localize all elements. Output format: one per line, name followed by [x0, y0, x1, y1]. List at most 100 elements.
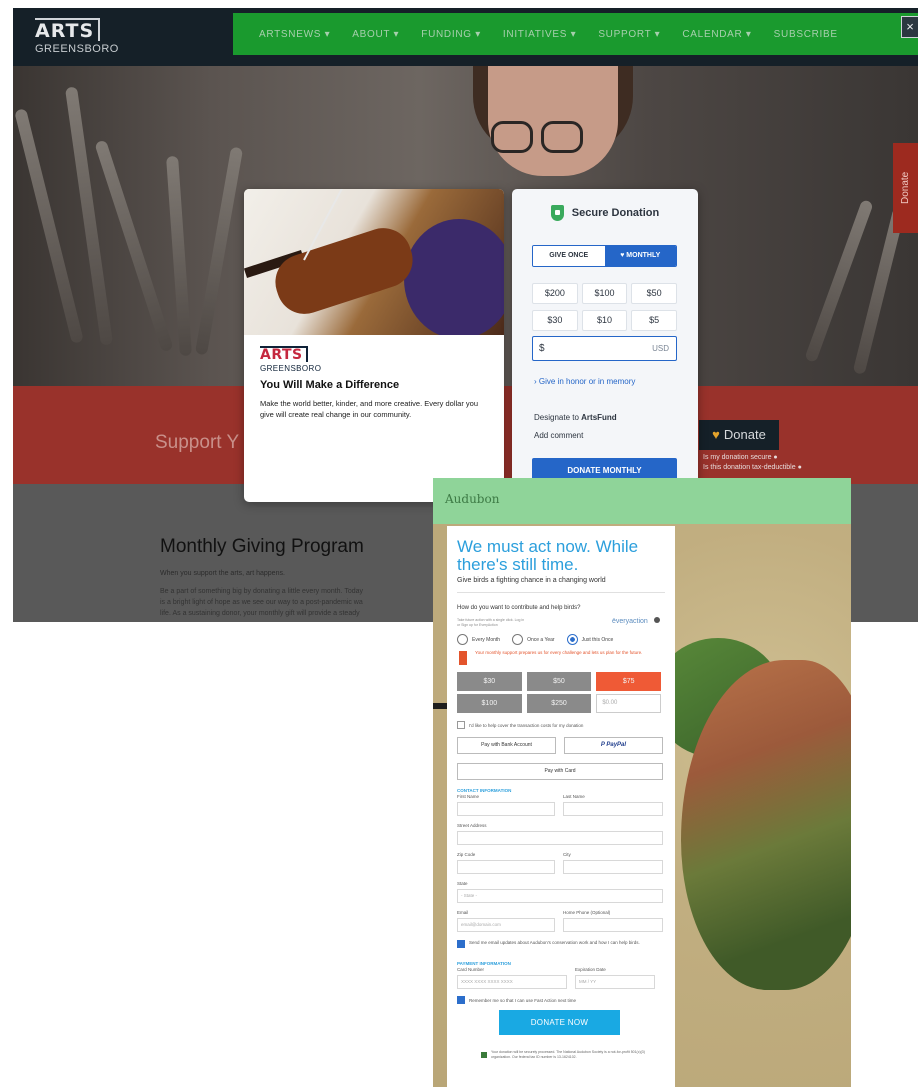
- payment-section-title: PAYMENT INFORMATION: [457, 961, 511, 966]
- donate-button-label: Donate: [723, 427, 766, 442]
- give-once-tab[interactable]: GIVE ONCE: [533, 246, 605, 266]
- radio-label: Every Month: [472, 636, 501, 643]
- currency-symbol: $: [539, 343, 545, 354]
- street-field[interactable]: [457, 831, 663, 845]
- side-donate-tab[interactable]: Donate: [893, 143, 918, 233]
- popup-info-card: ARTS GREENSBORO You Will Make a Differen…: [244, 189, 504, 502]
- email-updates-option[interactable]: Send me email updates about Audubon's co…: [457, 940, 663, 948]
- donate-monthly-button[interactable]: DONATE MONTHLY: [532, 458, 677, 480]
- radio-once-a-year[interactable]: Once a Year: [512, 634, 555, 645]
- nav-calendar[interactable]: CALENDAR ▾: [682, 29, 751, 40]
- monthly-tab[interactable]: ♥ MONTHLY: [604, 246, 676, 266]
- amount-option[interactable]: $10: [581, 310, 628, 331]
- amount-option[interactable]: $250: [526, 694, 592, 713]
- monthly-support-note: Your monthly support prepares us for eve…: [475, 650, 643, 655]
- donate-now-button[interactable]: DONATE NOW: [499, 1010, 620, 1035]
- email-updates-label: Send me email updates about Audubon's co…: [469, 940, 640, 945]
- email-field[interactable]: email@domain.com: [457, 918, 555, 932]
- radio-just-this-once[interactable]: Just this Once: [566, 634, 613, 645]
- audubon-header: Audubon: [433, 478, 851, 524]
- checkbox-icon: [457, 721, 465, 729]
- violin: [268, 220, 420, 322]
- glasses-right-lens: [541, 121, 583, 153]
- site-logo[interactable]: ARTS GREENSBORO: [35, 18, 119, 55]
- currency-code: USD: [652, 344, 669, 353]
- radio-selected-icon: [566, 634, 578, 645]
- popup-logo: ARTS GREENSBORO: [260, 346, 321, 373]
- info-icon[interactable]: [654, 617, 660, 623]
- security-footer: Your donation will be securely processed…: [491, 1050, 645, 1059]
- amount-option[interactable]: $100: [457, 694, 522, 713]
- amount-option[interactable]: $200: [532, 283, 578, 304]
- cover-fees-option[interactable]: I'd like to help cover the transaction c…: [457, 721, 583, 729]
- amount-option[interactable]: $100: [581, 283, 628, 304]
- amount-option[interactable]: $30: [457, 672, 522, 691]
- designate-fund-name: ArtsFund: [581, 413, 617, 422]
- pay-card-button[interactable]: Pay with Card: [457, 763, 663, 780]
- radio-label: Once a Year: [527, 636, 555, 643]
- secure-donation-panel: Secure Donation GIVE ONCE ♥ MONTHLY $200…: [512, 189, 698, 489]
- nav-subscribe[interactable]: SUBSCRIBE: [774, 29, 838, 40]
- phone-field[interactable]: [563, 918, 663, 932]
- support-heading: Support Y: [155, 432, 240, 453]
- last-name-field[interactable]: [563, 802, 663, 816]
- city-field[interactable]: [563, 860, 663, 874]
- expiration-field[interactable]: MM / YY: [575, 975, 655, 989]
- secure-header: Secure Donation: [512, 205, 698, 221]
- amount-option[interactable]: $30: [532, 310, 578, 331]
- faq-secure-link[interactable]: Is my donation secure ●: [703, 454, 778, 461]
- amount-options: $30 $50 $75 $100 $250 $0.00: [457, 672, 661, 713]
- divider: [457, 592, 665, 593]
- checkbox-checked-icon: [457, 996, 465, 1004]
- honor-memory-link[interactable]: › Give in honor or in memory: [534, 377, 635, 386]
- site-header: ARTS GREENSBORO ARTSNEWS ▾ ABOUT ▾ FUNDI…: [13, 8, 918, 66]
- email-label: Email: [457, 910, 469, 915]
- card-number-field[interactable]: XXXX XXXX XXXX XXXX: [457, 975, 567, 989]
- faq-tax-link[interactable]: Is this donation tax-deductible ●: [703, 464, 802, 471]
- amount-option[interactable]: $50: [631, 283, 677, 304]
- popup-heading: You Will Make a Difference: [260, 379, 400, 391]
- amount-option-selected[interactable]: $75: [596, 672, 661, 691]
- nav-artsnews[interactable]: ARTSNEWS ▾: [259, 29, 330, 40]
- donate-button[interactable]: ♥ Donate: [699, 420, 779, 450]
- donation-form: We must act now. While there's still tim…: [447, 526, 675, 1087]
- radio-every-month[interactable]: Every Month: [457, 634, 500, 645]
- screenshot-root: ARTS GREENSBORO ARTSNEWS ▾ ABOUT ▾ FUNDI…: [0, 0, 918, 1087]
- contribution-question: How do you want to contribute and help b…: [457, 605, 581, 611]
- audubon-logo[interactable]: Audubon: [445, 492, 499, 506]
- zip-label: Zip Code: [457, 852, 476, 857]
- nav-about[interactable]: ABOUT ▾: [352, 29, 399, 40]
- nav-funding[interactable]: FUNDING ▾: [421, 29, 481, 40]
- other-amount-input[interactable]: $0.00: [596, 694, 661, 713]
- state-select[interactable]: - State -: [457, 889, 663, 903]
- form-subhead: Give birds a fighting chance in a changi…: [457, 577, 606, 584]
- nav-support[interactable]: SUPPORT ▾: [598, 29, 660, 40]
- cover-fees-label: I'd like to help cover the transaction c…: [469, 722, 584, 728]
- nav-initiatives[interactable]: INITIATIVES ▾: [503, 29, 576, 40]
- designate-prefix: Designate to: [534, 413, 582, 422]
- close-icon[interactable]: ×: [901, 16, 918, 38]
- paintbrush: [166, 155, 192, 357]
- designate-fund[interactable]: Designate to ArtsFund: [534, 413, 617, 422]
- heart-icon: ♥: [712, 427, 720, 442]
- main-nav: ARTSNEWS ▾ ABOUT ▾ FUNDING ▾ INITIATIVES…: [233, 13, 918, 55]
- amount-option[interactable]: $5: [631, 310, 677, 331]
- pay-bank-button[interactable]: Pay with Bank Account: [457, 737, 556, 754]
- city-label: City: [563, 852, 571, 857]
- first-name-field[interactable]: [457, 802, 555, 816]
- add-comment-link[interactable]: Add comment: [534, 431, 583, 440]
- lock-icon: [481, 1052, 487, 1058]
- remember-me-option[interactable]: Remember me so that I can use Fast Actio…: [457, 996, 576, 1004]
- audubon-donation-page: Audubon We must act now. While there's s…: [433, 478, 851, 1087]
- expiration-label: Expiration Date: [575, 967, 606, 972]
- last-name-label: Last Name: [563, 794, 585, 799]
- custom-amount-input[interactable]: $ USD: [532, 336, 677, 361]
- paypal-button[interactable]: P PayPal: [564, 737, 663, 754]
- fast-action-note[interactable]: Take future action with a single click. …: [457, 618, 527, 628]
- everyaction-logo: ëveryaction: [612, 618, 648, 625]
- zip-field[interactable]: [457, 860, 555, 874]
- violinist-photo: [244, 189, 504, 335]
- frequency-toggle: GIVE ONCE ♥ MONTHLY: [532, 245, 677, 267]
- amount-option[interactable]: $50: [526, 672, 592, 691]
- faq-secure-text: Is my donation secure: [703, 454, 772, 461]
